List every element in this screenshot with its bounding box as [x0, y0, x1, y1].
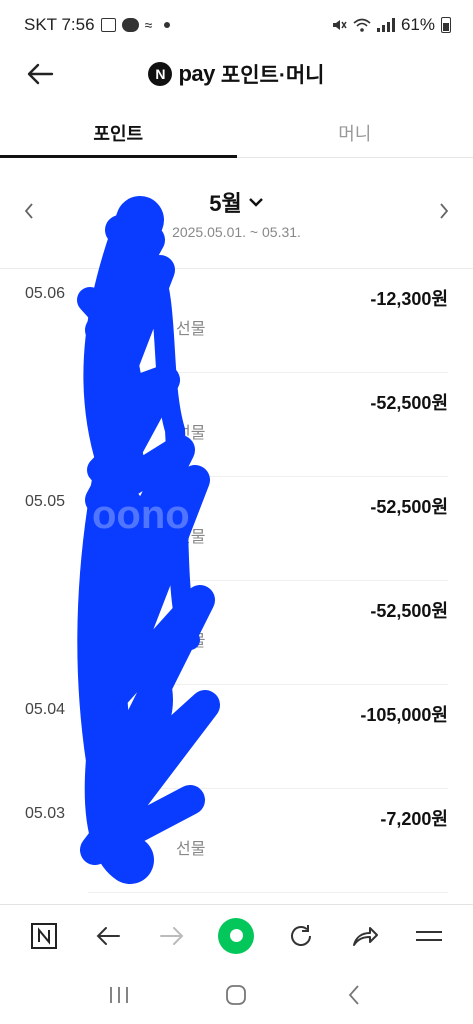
month-dropdown[interactable]: 5월 [209, 186, 263, 218]
transaction-row[interactable]: -52,500원 선물 [0, 373, 473, 477]
back-icon [348, 985, 359, 1005]
month-selector: 5월 2025.05.01. ~ 05.31. [0, 178, 473, 248]
browser-forward-button[interactable] [150, 914, 194, 958]
refresh-icon [290, 924, 311, 946]
arrow-right-icon [160, 926, 184, 945]
gallery-icon [100, 18, 116, 32]
browser-toolbar [0, 904, 473, 966]
notification-dot-icon [164, 22, 171, 28]
carrier-time: SKT 7:56 [24, 15, 95, 34]
page-title-text: 포인트·머니 [220, 64, 325, 87]
green-circle-icon [218, 917, 255, 954]
share-button[interactable] [343, 914, 387, 958]
next-month-button[interactable] [429, 196, 459, 226]
status-right: 61% [331, 15, 451, 35]
battery-icon [441, 17, 451, 33]
transaction-description: 선물 [176, 425, 206, 442]
tab-money[interactable]: 머니 [237, 108, 473, 157]
home-button[interactable] [214, 973, 258, 1017]
transaction-row[interactable]: -52,500원 선물 [0, 581, 473, 685]
transaction-date: 05.06 [25, 285, 66, 302]
transaction-amount: -52,500원 [370, 393, 448, 413]
naver-home-icon [31, 922, 58, 949]
recent-apps-icon [109, 987, 128, 1003]
row-divider [88, 892, 448, 893]
talk-icon [121, 18, 139, 32]
refresh-button[interactable] [279, 914, 323, 958]
recent-apps-button[interactable] [97, 973, 141, 1017]
home-icon [226, 985, 247, 1005]
transaction-row[interactable]: 05.06 -12,300원 선물 [0, 269, 473, 373]
system-nav-bar [0, 966, 473, 1024]
chevron-down-icon [248, 198, 263, 207]
arrow-left-icon [96, 926, 121, 945]
transaction-amount: -105,000원 [360, 705, 448, 725]
page-title: N pay 포인트·머니 [148, 59, 325, 89]
transaction-description: 선물 [176, 529, 206, 546]
chevron-right-icon [440, 203, 449, 219]
status-left: SKT 7:56 ≈ [24, 15, 171, 35]
tab-points[interactable]: 포인트 [0, 108, 237, 158]
status-bar: SKT 7:56 ≈ 61% [0, 0, 473, 50]
month-center: 5월 2025.05.01. ~ 05.31. [0, 186, 473, 240]
battery-percent: 61% [400, 15, 435, 34]
naver-home-button[interactable] [22, 914, 66, 958]
transaction-amount: -12,300원 [370, 289, 448, 309]
arrow-left-icon [27, 63, 54, 85]
month-date-range: 2025.05.01. ~ 05.31. [172, 224, 301, 240]
browser-back-button[interactable] [86, 914, 130, 958]
share-icon [352, 926, 378, 946]
wifi-icon [353, 18, 371, 32]
transaction-description: 선물 [176, 841, 206, 858]
naver-logo: N [148, 62, 173, 86]
tab-bar: 포인트 머니 [0, 108, 473, 158]
transaction-list: 05.06 -12,300원 선물 -52,500원 선물 05.05 -52,… [0, 269, 473, 893]
system-back-button[interactable] [332, 973, 376, 1017]
app-header: N pay 포인트·머니 [0, 50, 473, 98]
wave-icon: ≈ [144, 17, 153, 33]
transaction-date: 05.03 [25, 805, 66, 822]
pay-wordmark: pay [178, 61, 215, 86]
mute-icon [332, 20, 347, 30]
signal-icon [376, 18, 395, 32]
transaction-row[interactable]: 05.05 -52,500원 선물 [0, 477, 473, 581]
menu-icon [415, 930, 442, 941]
month-label: 5월 [209, 191, 242, 216]
transaction-amount: -52,500원 [370, 601, 448, 621]
menu-button[interactable] [407, 914, 451, 958]
transaction-description: 선물 [176, 321, 206, 338]
back-button[interactable] [22, 58, 58, 90]
transaction-description: 선물 [176, 633, 206, 650]
transaction-date: 05.04 [25, 701, 66, 718]
transaction-amount: -52,500원 [370, 497, 448, 517]
transaction-amount: -7,200원 [380, 809, 448, 829]
transaction-row[interactable]: 05.04 -105,000원 [0, 685, 473, 789]
transaction-date: 05.05 [25, 493, 66, 510]
transaction-row[interactable]: 05.03 -7,200원 선물 [0, 789, 473, 893]
green-dot-button[interactable] [214, 914, 258, 958]
